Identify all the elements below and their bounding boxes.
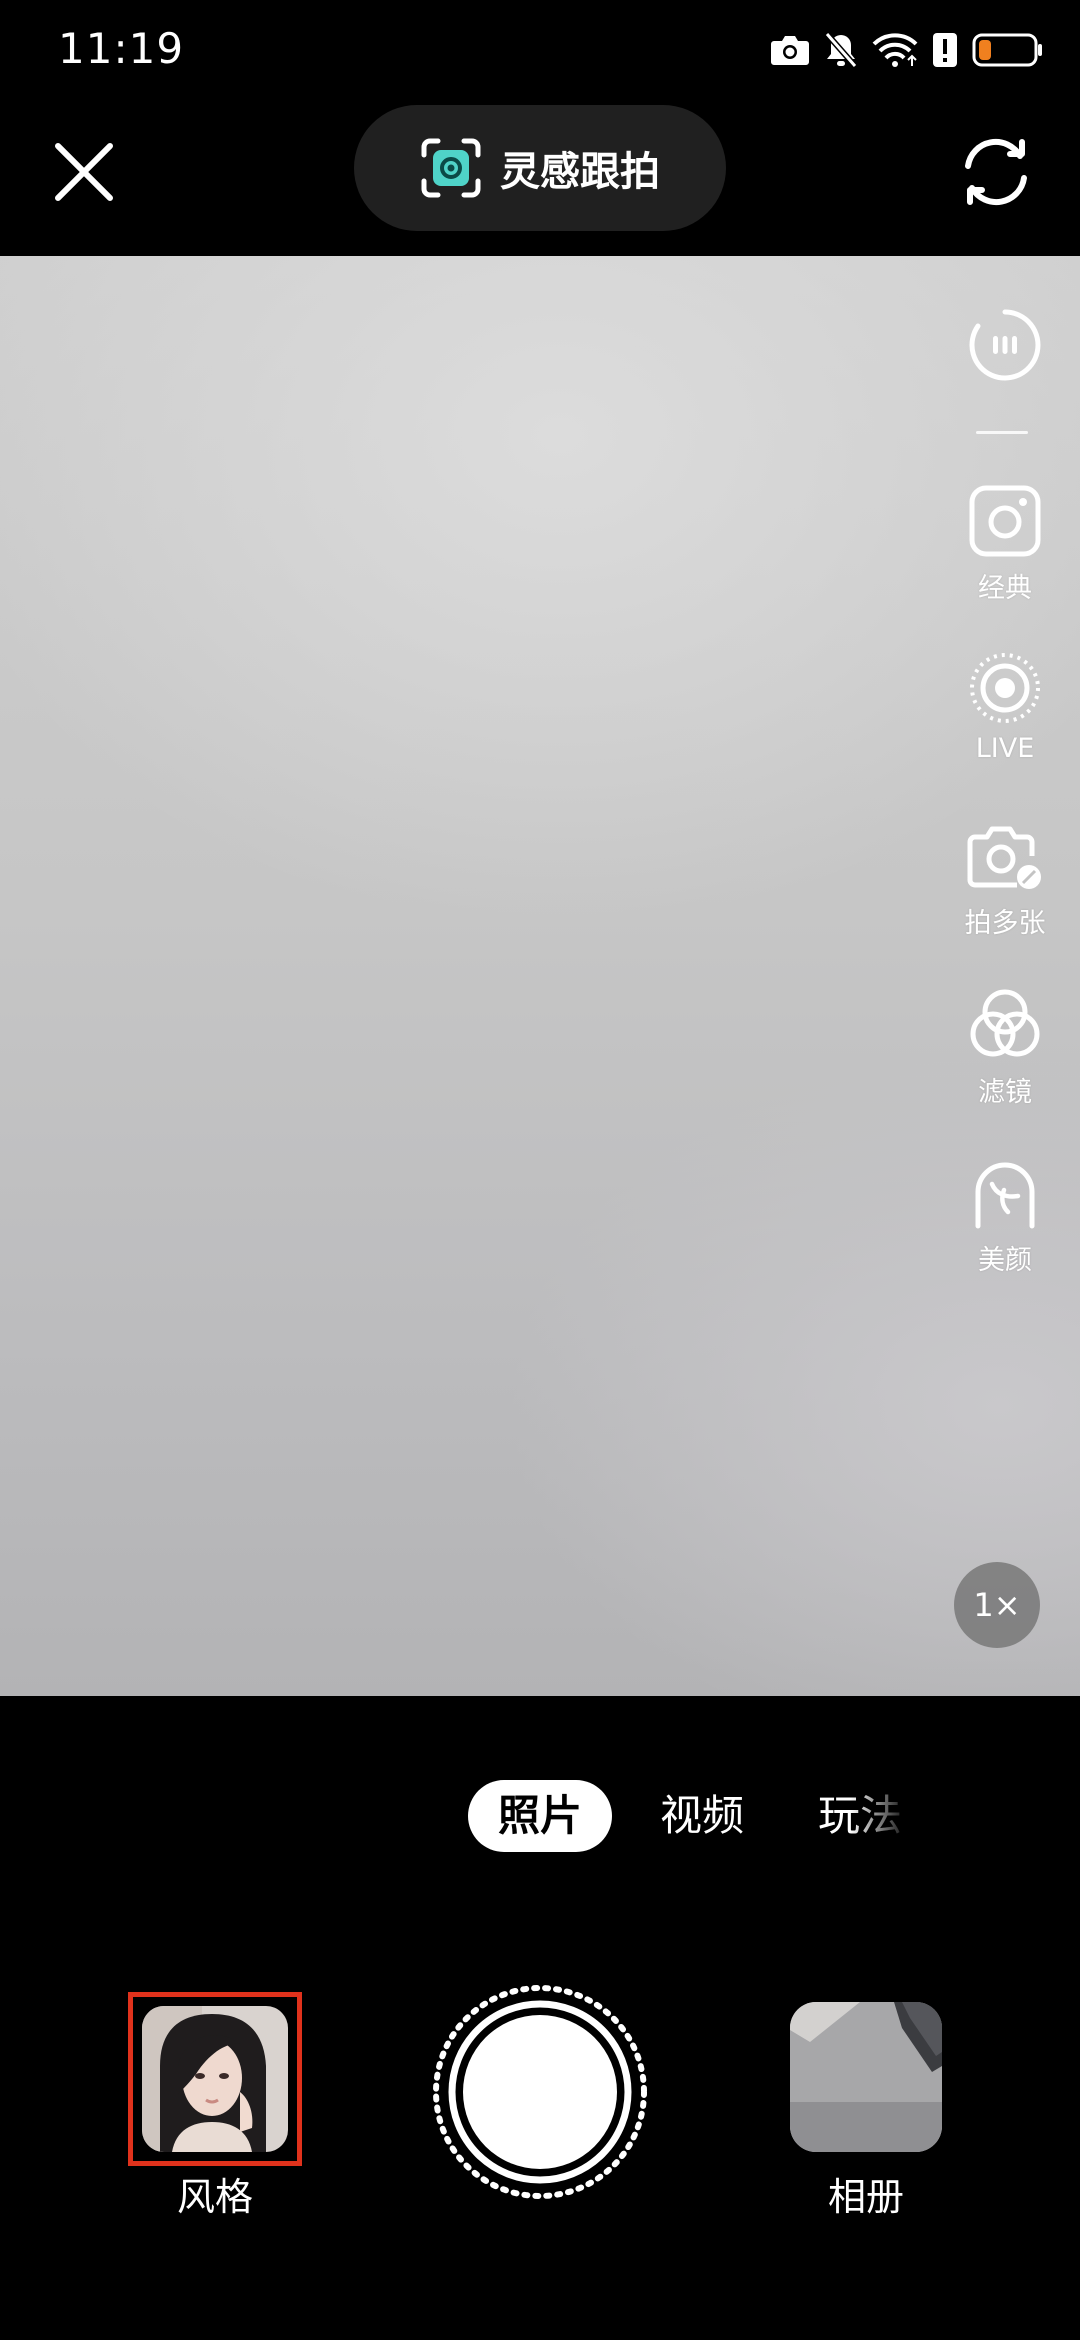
bell-muted-icon xyxy=(824,31,858,69)
classic-frame-icon xyxy=(969,485,1041,557)
close-icon xyxy=(55,143,113,201)
shutter-icon xyxy=(433,1985,647,2199)
beauty-icon xyxy=(975,1162,1035,1229)
live-button[interactable]: LIVE xyxy=(930,651,1080,764)
camera-viewfinder[interactable]: 经典 LIVE 拍多张 滤镜 美颜 1× xyxy=(0,256,1080,1696)
tab-video[interactable]: 视频 xyxy=(640,1780,764,1852)
tab-play[interactable]: 玩法 xyxy=(810,1780,910,1852)
more-icon xyxy=(969,309,1041,381)
tab-photo[interactable]: 照片 xyxy=(468,1780,612,1852)
alert-icon xyxy=(932,32,958,68)
side-toolbar: 经典 LIVE 拍多张 滤镜 美颜 xyxy=(930,256,1080,1696)
filter-button[interactable]: 滤镜 xyxy=(930,986,1080,1109)
live-label: LIVE xyxy=(975,733,1035,764)
inspiration-icon xyxy=(421,138,481,198)
live-icon xyxy=(970,653,1040,723)
zoom-button[interactable]: 1× xyxy=(954,1562,1040,1648)
style-button[interactable] xyxy=(128,1992,302,2166)
wifi-icon xyxy=(872,32,918,68)
multi-shot-icon xyxy=(967,826,1041,889)
filter-label: 滤镜 xyxy=(978,1077,1032,1108)
beauty-label: 美颜 xyxy=(978,1245,1032,1276)
toolbar-divider xyxy=(976,431,1028,434)
filter-icon xyxy=(970,989,1040,1057)
close-button[interactable] xyxy=(48,136,120,208)
multi-shot-button[interactable]: 拍多张 xyxy=(930,819,1080,940)
style-label: 风格 xyxy=(176,2175,253,2219)
classic-mode-button[interactable]: 经典 xyxy=(930,484,1080,605)
classic-label: 经典 xyxy=(978,573,1032,604)
flip-camera-button[interactable] xyxy=(956,132,1036,212)
album-label: 相册 xyxy=(827,2175,904,2219)
capture-mode-tabs: 照片 视频 玩法 xyxy=(0,1770,1080,1866)
camera-icon xyxy=(770,33,810,67)
status-bar: 11:19 xyxy=(0,0,1080,100)
album-thumbnail xyxy=(790,2002,942,2152)
flip-camera-icon xyxy=(965,138,1027,206)
shutter-button[interactable] xyxy=(432,1984,648,2200)
camera-screen: 11:19 灵感跟拍 经典 LIVE 拍多张 滤镜 美颜 1× 照片 视频 玩法… xyxy=(0,0,1080,2340)
multi-shot-label: 拍多张 xyxy=(964,908,1046,939)
inspiration-mode-button[interactable]: 灵感跟拍 xyxy=(354,105,726,231)
status-icons xyxy=(770,28,1044,72)
album-button[interactable] xyxy=(790,2002,942,2152)
top-bar: 灵感跟拍 xyxy=(0,100,1080,256)
status-time: 11:19 xyxy=(58,24,185,73)
style-thumbnail xyxy=(142,2006,288,2152)
more-button[interactable] xyxy=(930,308,1080,382)
mode-title: 灵感跟拍 xyxy=(500,149,660,195)
battery-low-icon xyxy=(972,32,1044,68)
beauty-button[interactable]: 美颜 xyxy=(930,1154,1080,1277)
